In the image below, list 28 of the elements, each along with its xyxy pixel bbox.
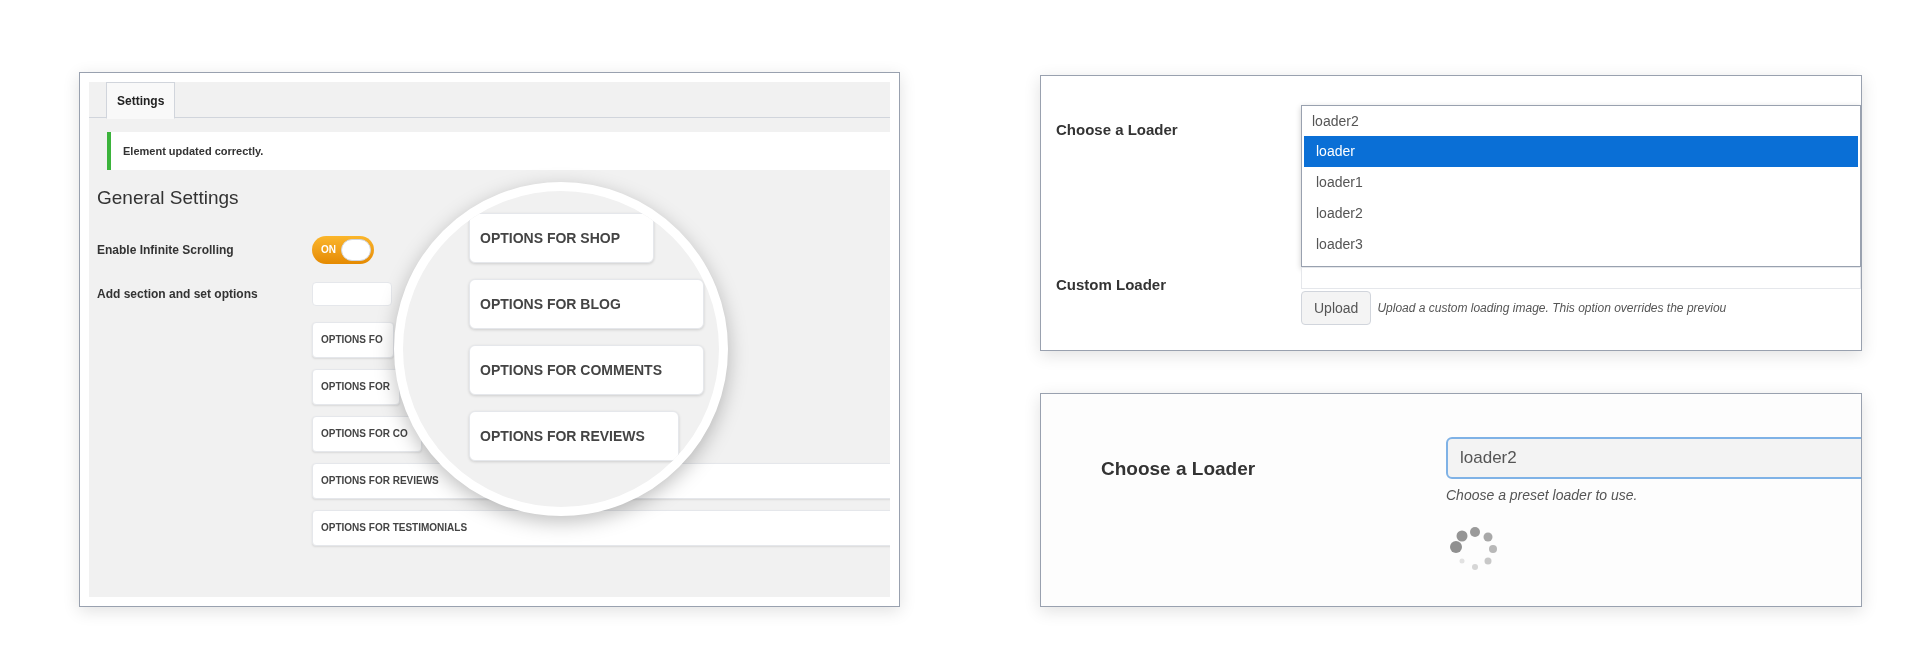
section-bar[interactable]: OPTIONS FOR REVIEWS — [469, 411, 679, 461]
help-text: Upload a custom loading image. This option overrides the previou — [1377, 300, 1727, 317]
input-field[interactable] — [312, 281, 392, 306]
section-bar[interactable]: OPTIONS FOR — [312, 368, 400, 405]
section-bar[interactable]: OPTIONS FOR SHOP — [469, 213, 654, 263]
input-field[interactable] — [1301, 267, 1861, 289]
section-bar[interactable]: OPTIONS FOR CO — [312, 415, 422, 452]
dropdown-option[interactable]: loader3 — [1304, 229, 1858, 260]
tab[interactable]: Settings — [106, 82, 176, 119]
setting-label: Add section and set options — [97, 285, 259, 303]
section-bar[interactable]: OPTIONS FOR TESTIMONIALS — [312, 509, 890, 546]
setting-label: Choose a Loader — [1100, 457, 1257, 481]
upload-button[interactable]: Upload — [1301, 291, 1372, 325]
dropdown-list[interactable]: loader2 loader loader1 loader2 loader3 — [1301, 105, 1861, 267]
section-heading: General Settings — [97, 186, 239, 210]
help-text: Choose a preset loader to use. — [1446, 486, 1638, 505]
dropdown-option[interactable]: loader1 — [1304, 167, 1858, 198]
setting-label: Custom Loader — [1056, 275, 1166, 295]
setting-label: Choose a Loader — [1055, 120, 1179, 140]
dropdown-option[interactable]: loader — [1304, 136, 1858, 167]
dropdown-value[interactable]: loader2 — [1302, 106, 1860, 136]
section-bar[interactable]: OPTIONS FO — [312, 321, 394, 358]
dropdown-option[interactable]: loader2 — [1304, 198, 1858, 229]
section-bar[interactable]: OPTIONS FOR BLOG — [469, 279, 704, 329]
setting-label: Enable Infinite Scrolling — [97, 241, 235, 259]
success-notice: Element updated correctly. — [107, 132, 890, 170]
section-bar[interactable]: OPTIONS FOR COMMENTS — [469, 345, 704, 395]
select-field[interactable]: loader2 — [1446, 437, 1861, 479]
